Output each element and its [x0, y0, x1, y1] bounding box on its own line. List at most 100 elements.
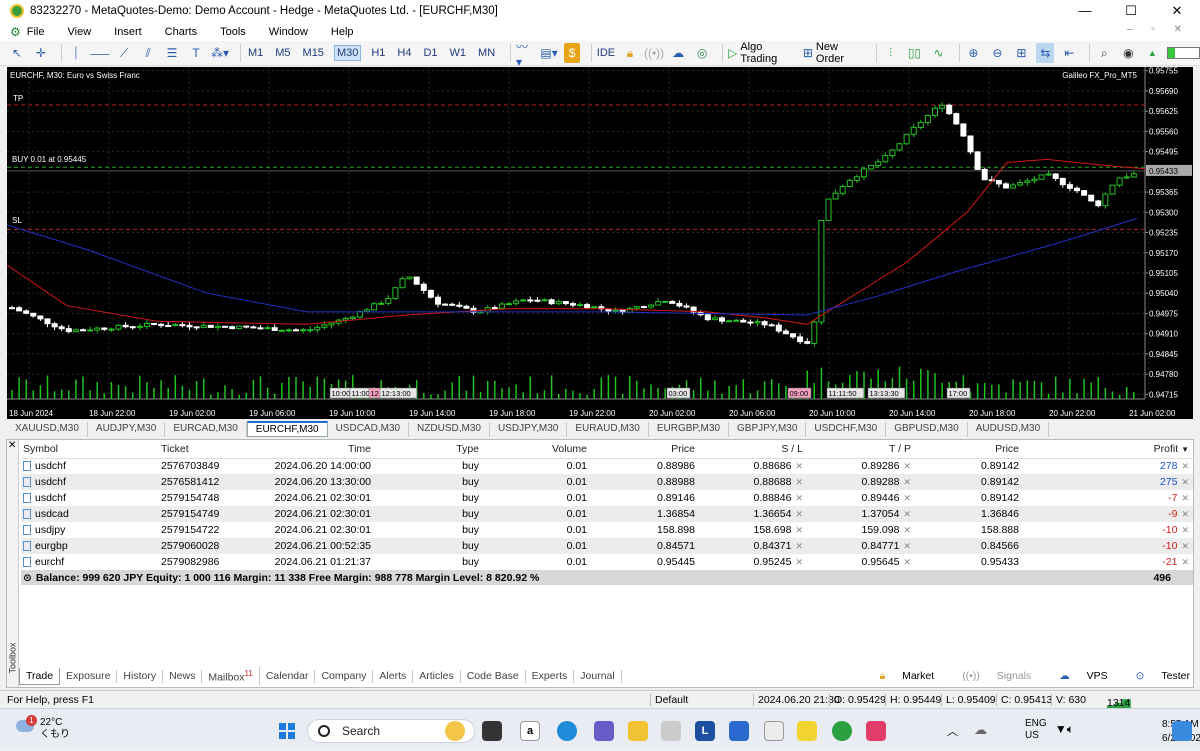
edge-icon[interactable]	[557, 721, 577, 741]
remove-tp-icon[interactable]: ✕	[903, 525, 911, 535]
vps-tab[interactable]: ☁ VPS	[1045, 670, 1107, 683]
toolbox-tab-trade[interactable]: Trade	[19, 667, 61, 685]
chart-tab-usdcad-m30[interactable]: USDCAD,M30	[328, 422, 410, 437]
chart-tab-euraud-m30[interactable]: EURAUD,M30	[567, 422, 649, 437]
remove-sl-icon[interactable]: ✕	[795, 557, 803, 567]
chart-tab-eurcad-m30[interactable]: EURCAD,M30	[165, 422, 247, 437]
remove-tp-icon[interactable]: ✕	[903, 557, 911, 567]
column-header-take-profit[interactable]: T / P	[803, 440, 911, 459]
line-chart-icon[interactable]: ∿	[930, 43, 948, 63]
ide-button[interactable]: IDE	[597, 43, 615, 63]
column-header-price[interactable]: Price	[587, 440, 695, 459]
chart-tab-gbpjpy-m30[interactable]: GBPJPY,M30	[729, 422, 807, 437]
app-icon-gray[interactable]	[764, 721, 784, 741]
templates-icon[interactable]: ▤▾	[540, 43, 558, 63]
tile-windows-icon[interactable]: ⊞	[1012, 43, 1030, 63]
menu-view[interactable]: View	[68, 26, 92, 38]
chart-tab-usdjpy-m30[interactable]: USDJPY,M30	[490, 422, 568, 437]
cursor-icon[interactable]: ↖	[8, 43, 26, 63]
vps-icon[interactable]: ◎	[693, 43, 711, 63]
chart-tab-audjpy-m30[interactable]: AUDJPY,M30	[88, 422, 166, 437]
menu-help[interactable]: Help	[331, 26, 354, 38]
minimize-button[interactable]: —	[1062, 0, 1108, 22]
remove-sl-icon[interactable]: ✕	[795, 525, 803, 535]
column-header-time[interactable]: Time	[256, 440, 371, 459]
menu-insert[interactable]: Insert	[114, 26, 142, 38]
table-row[interactable]: eurgbp 2579060028 2024.06.21 00:52:35 buy 0.…	[21, 538, 1193, 554]
remove-sl-icon[interactable]: ✕	[795, 509, 803, 519]
chart-tab-nzdusd-m30[interactable]: NZDUSD,M30	[409, 422, 490, 437]
remove-sl-icon[interactable]: ✕	[795, 493, 803, 503]
timeframe-mn[interactable]: MN	[476, 46, 497, 60]
chevron-up-icon[interactable]: ︿	[947, 723, 958, 739]
toolbox-tab-exposure[interactable]: Exposure	[60, 669, 118, 683]
timeframe-w1[interactable]: W1	[448, 46, 469, 60]
chart-shift-icon[interactable]: ⇤	[1060, 43, 1078, 63]
menu-window[interactable]: Window	[269, 26, 308, 38]
close-position-icon[interactable]: ✕	[1181, 525, 1189, 535]
remove-sl-icon[interactable]: ✕	[795, 461, 803, 471]
account-icon[interactable]: ◉	[1119, 43, 1137, 63]
zoom-in-icon[interactable]: ⊕	[964, 43, 982, 63]
signals-tab[interactable]: ((•)) Signals	[948, 670, 1031, 683]
remove-tp-icon[interactable]: ✕	[903, 541, 911, 551]
column-header-type[interactable]: Type	[371, 440, 479, 459]
chart-type-icon[interactable]: 〰▾	[516, 40, 534, 69]
chart-tab-eurgbp-m30[interactable]: EURGBP,M30	[649, 422, 730, 437]
table-row[interactable]: usdcad 2579154749 2024.06.21 02:30:01 buy 0.…	[21, 506, 1193, 522]
column-header-symbol[interactable]: Symbol	[21, 440, 161, 459]
mdi-controls[interactable]: – ▫ ✕	[1127, 24, 1190, 35]
table-row[interactable]: eurchf 2579082986 2024.06.21 01:21:37 buy 0.…	[21, 554, 1193, 570]
lvl-icon[interactable]: ▲	[1143, 43, 1161, 63]
column-header-ticket[interactable]: Ticket	[161, 440, 256, 459]
chart-tab-xauusd-m30[interactable]: XAUUSD,M30	[7, 422, 88, 437]
chart-tab-eurchf-m30[interactable]: EURCHF,M30	[246, 421, 328, 437]
maximize-button[interactable]: ☐	[1108, 0, 1154, 22]
horizontal-line-icon[interactable]: ⸺	[90, 43, 110, 63]
task-view-icon[interactable]	[482, 721, 502, 741]
column-header-profit[interactable]: Profit ▼	[1019, 440, 1193, 459]
network-icon[interactable]: ▼🔈︎	[1055, 722, 1074, 737]
lock-icon[interactable]: 🔒︎	[621, 43, 639, 63]
table-row[interactable]: usdjpy 2579154722 2024.06.21 02:30:01 buy 0.…	[21, 522, 1193, 538]
tester-tab[interactable]: ⊙ Tester	[1122, 670, 1190, 683]
price-chart[interactable]: 0.95755 0.95690 0.95625 0.95560 0.95495 0.953…	[7, 67, 1193, 419]
remove-tp-icon[interactable]: ✕	[903, 493, 911, 503]
close-position-icon[interactable]: ✕	[1181, 509, 1189, 519]
app-icon-blue[interactable]	[729, 721, 749, 741]
close-position-icon[interactable]: ✕	[1181, 477, 1189, 487]
remove-sl-icon[interactable]: ✕	[795, 477, 803, 487]
zoom-out-icon[interactable]: ⊖	[988, 43, 1006, 63]
timeframe-d1[interactable]: D1	[421, 46, 439, 60]
column-header-volume[interactable]: Volume	[479, 440, 587, 459]
chart-tab-usdchf-m30[interactable]: USDCHF,M30	[806, 422, 887, 437]
toolbox-tab-journal[interactable]: Journal	[574, 669, 622, 683]
remove-tp-icon[interactable]: ✕	[903, 477, 911, 487]
bar-chart-icon[interactable]: ▯▯	[906, 43, 924, 63]
cloud-icon[interactable]: ☁	[669, 43, 687, 63]
channel-icon[interactable]: ⫽	[139, 43, 157, 63]
store-icon[interactable]	[661, 721, 681, 741]
timeframe-m15[interactable]: M15	[301, 46, 326, 60]
close-button[interactable]: ✕	[1154, 0, 1200, 22]
signal-icon[interactable]: ((•))	[644, 43, 664, 63]
expert-advisor-label[interactable]: Galileo FX_Pro_MT5	[1062, 71, 1137, 80]
close-position-icon[interactable]: ✕	[1181, 461, 1189, 471]
status-profile[interactable]: Default	[650, 694, 688, 706]
menu-file[interactable]: File	[27, 26, 45, 38]
table-row[interactable]: usdchf 2576581412 2024.06.20 13:30:00 buy 0.…	[21, 474, 1193, 490]
toolbox-tab-mailbox[interactable]: Mailbox11	[202, 667, 260, 685]
column-header-stop-loss[interactable]: S / L	[695, 440, 803, 459]
app-icon-widget[interactable]	[445, 721, 465, 741]
toolbox-tab-experts[interactable]: Experts	[526, 669, 575, 683]
chart-tab-gbpusd-m30[interactable]: GBPUSD,M30	[886, 422, 968, 437]
trendline-icon[interactable]: ⟋	[115, 43, 133, 63]
onedrive-icon[interactable]: ☁	[974, 722, 987, 738]
menu-tools[interactable]: Tools	[220, 26, 246, 38]
timeframe-m30[interactable]: M30	[333, 45, 362, 61]
toolbox-tab-articles[interactable]: Articles	[413, 669, 461, 683]
remove-sl-icon[interactable]: ✕	[795, 541, 803, 551]
close-position-icon[interactable]: ✕	[1181, 557, 1189, 567]
depth-of-market-icon[interactable]: ⫶	[882, 43, 900, 63]
new-order-button[interactable]: ⊞ New Order	[803, 41, 863, 65]
